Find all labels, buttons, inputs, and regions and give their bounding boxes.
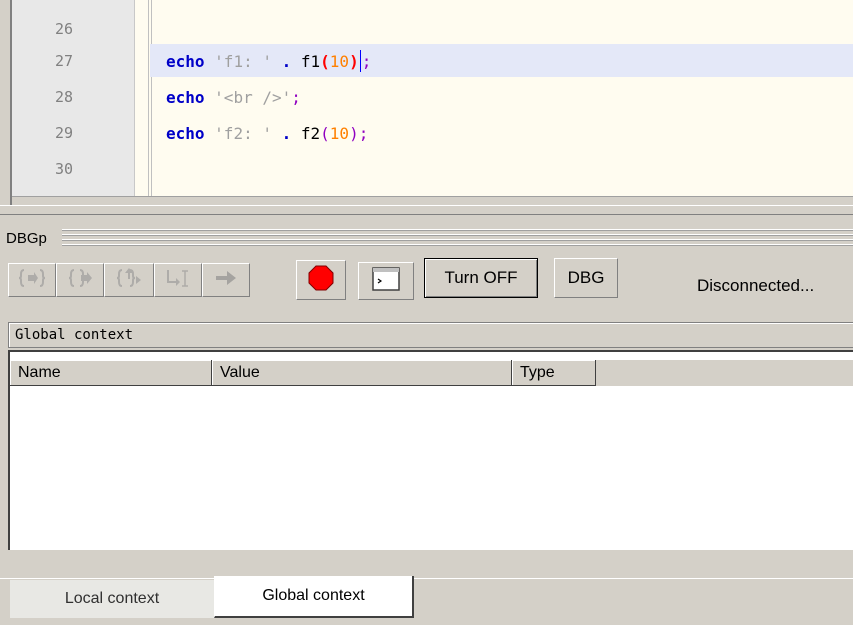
- context-header: Global context: [8, 322, 853, 348]
- code-token: ;: [291, 88, 301, 107]
- code-token: echo: [166, 124, 205, 143]
- text-caret: [359, 50, 361, 72]
- code-token: 10: [329, 124, 350, 143]
- code-token: f1: [300, 52, 321, 71]
- dbg-button[interactable]: DBG: [554, 258, 618, 298]
- line-number-gutter: 26 27 28 29 30: [12, 0, 135, 206]
- code-token: ): [349, 52, 359, 71]
- console-button[interactable]: [358, 262, 414, 300]
- run-to-cursor-button[interactable]: [154, 263, 202, 297]
- column-name-header[interactable]: Name: [10, 360, 212, 386]
- console-icon: [372, 267, 400, 295]
- code-token: f2: [300, 124, 321, 143]
- code-token: .: [281, 124, 292, 143]
- panel-title: DBGp: [6, 230, 47, 247]
- code-line[interactable]: echo 'f1: ' . f1(10);: [166, 47, 371, 77]
- code-token: 'f2: ': [214, 124, 272, 143]
- step-out-icon: [116, 267, 142, 293]
- column-value-header[interactable]: Value: [212, 360, 512, 386]
- step-into-button[interactable]: [8, 263, 56, 297]
- code-token: .: [281, 52, 292, 71]
- line-number: 26: [54, 20, 74, 38]
- code-token: ): [349, 124, 359, 143]
- breakpoint-icon: [307, 264, 335, 296]
- continue-button[interactable]: [202, 263, 250, 297]
- variables-table[interactable]: Name Value Type: [8, 350, 853, 550]
- code-token: ;: [361, 52, 372, 71]
- turn-off-button[interactable]: Turn OFF: [424, 258, 538, 298]
- code-token: '<br />': [214, 88, 292, 107]
- table-header: Name Value Type: [10, 360, 853, 386]
- tab-local-context[interactable]: Local context: [10, 580, 214, 618]
- code-token: 'f1: ': [214, 52, 272, 71]
- code-token: ;: [358, 124, 369, 143]
- line-number: 27: [54, 52, 74, 70]
- code-editor[interactable]: 26 27 28 29 30 echo 'f1: ' . f1(10); ech…: [10, 0, 853, 206]
- code-token: 10: [329, 52, 350, 71]
- step-over-icon: [67, 267, 93, 293]
- breakpoint-button[interactable]: [296, 260, 346, 300]
- step-into-icon: [18, 267, 46, 293]
- continue-arrow-icon: [214, 268, 238, 292]
- connection-status: Disconnected...: [697, 276, 815, 295]
- line-number: 30: [54, 160, 74, 178]
- panel-grip[interactable]: [62, 229, 853, 247]
- line-number: 28: [54, 88, 74, 106]
- code-token: (: [320, 52, 330, 71]
- code-token: (: [320, 124, 330, 143]
- gutter-divider: [148, 0, 152, 206]
- run-to-cursor-icon: [165, 267, 191, 293]
- code-line[interactable]: echo 'f2: ' . f2(10);: [166, 119, 368, 149]
- code-line[interactable]: echo '<br />';: [166, 83, 301, 113]
- column-type-header[interactable]: Type: [512, 360, 596, 386]
- step-over-button[interactable]: [56, 263, 104, 297]
- code-token: echo: [166, 88, 205, 107]
- line-number: 29: [54, 124, 74, 142]
- table-spacer: [10, 352, 853, 360]
- step-out-button[interactable]: [104, 263, 154, 297]
- code-token: echo: [166, 52, 205, 71]
- tab-global-context[interactable]: Global context: [214, 576, 414, 618]
- panel-splitter[interactable]: [0, 205, 853, 215]
